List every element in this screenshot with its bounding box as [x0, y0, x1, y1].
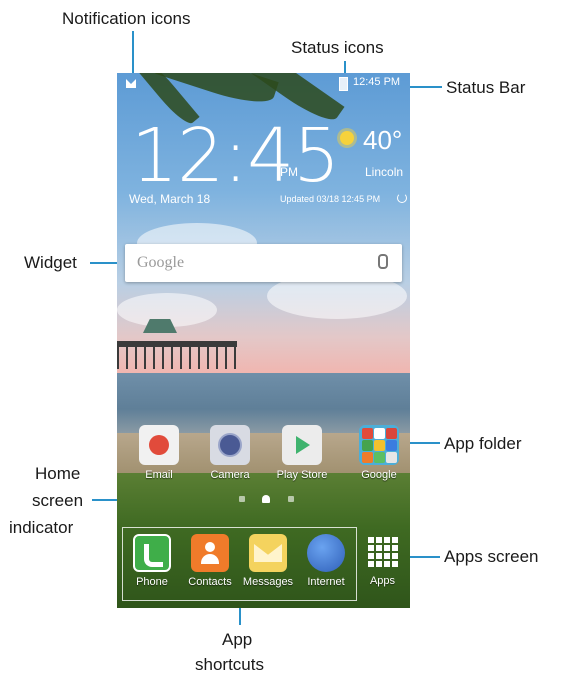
callout-app-shortcuts-2: shortcuts [195, 655, 264, 674]
folder-cell [386, 440, 397, 451]
callout-app-shortcuts-1: App [222, 630, 253, 649]
widget-updated: Updated 03/18 12:45 PM [280, 194, 381, 204]
app-messages[interactable]: Messages [239, 534, 297, 588]
grid-dot [391, 537, 398, 543]
widget-temperature: 40° [363, 125, 403, 155]
app-label: Play Store [276, 469, 328, 481]
grid-dot [375, 561, 382, 567]
grid-dot [391, 561, 398, 567]
home-apps-row: Email Camera Play Store Google [117, 419, 410, 489]
contacts-icon [191, 534, 229, 572]
callout-line-apps-screen [405, 556, 440, 558]
grid-dot [383, 545, 390, 551]
refresh-icon[interactable] [397, 193, 407, 203]
app-phone[interactable]: Phone [123, 534, 181, 588]
widget-ampm: PM [280, 165, 298, 179]
grid-dot [367, 561, 374, 567]
app-label: Phone [136, 576, 168, 588]
callout-line-status-bar [410, 86, 442, 88]
grid-dot [367, 537, 374, 543]
page-indicator[interactable] [288, 496, 294, 502]
camera-icon [210, 425, 250, 465]
callout-home-indicator-3: indicator [9, 518, 74, 537]
google-search-bar[interactable]: Google [125, 244, 402, 282]
play-store-icon [282, 425, 322, 465]
grid-dot [367, 545, 374, 551]
folder-cell [362, 440, 373, 451]
app-label: Email [145, 469, 173, 481]
folder-cell [386, 452, 397, 463]
callout-notification-icons: Notification icons [62, 9, 191, 28]
widget-clock: 12:45 [131, 113, 340, 199]
phone-icon [133, 534, 171, 572]
callout-status-bar: Status Bar [446, 78, 526, 97]
app-internet[interactable]: Internet [297, 534, 355, 588]
app-label: Google [361, 469, 397, 481]
app-label: Messages [242, 576, 294, 588]
email-notification-icon [126, 79, 136, 88]
search-placeholder: Google [137, 254, 185, 271]
folder-cell [374, 452, 385, 463]
folder-cell [374, 428, 385, 439]
widget-city: Lincoln [365, 165, 404, 179]
mic-icon[interactable] [378, 254, 388, 269]
app-label: Camera [210, 469, 250, 481]
app-label: Internet [307, 576, 345, 588]
grid-dot [383, 553, 390, 559]
app-email[interactable]: Email [123, 425, 195, 481]
sun-icon [340, 131, 354, 145]
internet-icon [307, 534, 345, 572]
app-shortcuts-dock: Phone Contacts Messages Internet [122, 527, 357, 601]
folder-cell [362, 452, 373, 463]
battery-icon [339, 77, 348, 91]
grid-dot [383, 537, 390, 543]
grid-dot [391, 553, 398, 559]
folder-cell [386, 428, 397, 439]
status-bar[interactable]: 12:45 PM [117, 73, 410, 93]
app-play-store[interactable]: Play Store [266, 425, 338, 481]
grid-dot [375, 537, 382, 543]
app-camera[interactable]: Camera [194, 425, 266, 481]
grid-dot [383, 561, 390, 567]
grid-dot [375, 545, 382, 551]
google-folder-icon [359, 425, 399, 465]
callout-home-indicator-2: screen [32, 491, 84, 510]
apps-grid-icon [367, 537, 398, 567]
page-indicator[interactable] [239, 496, 245, 502]
status-time: 12:45 PM [353, 76, 401, 88]
widget-date: Wed, March 18 [129, 192, 211, 206]
grid-dot [391, 545, 398, 551]
callout-line-widget [90, 262, 120, 264]
grid-dot [375, 553, 382, 559]
pier-legs [117, 347, 237, 369]
apps-button[interactable]: Apps [355, 533, 410, 587]
email-icon [139, 425, 179, 465]
app-label: Contacts [188, 576, 232, 588]
grid-dot [367, 553, 374, 559]
callout-widget: Widget [24, 253, 77, 272]
home-page-indicator[interactable] [262, 495, 270, 503]
callout-status-icons: Status icons [291, 38, 384, 57]
messages-icon [249, 534, 287, 572]
folder-cell [374, 440, 385, 451]
callout-app-folder: App folder [444, 434, 522, 453]
callout-home-indicator-1: Home [35, 464, 81, 483]
app-label: Apps [369, 575, 396, 587]
callout-apps-screen: Apps screen [444, 547, 539, 566]
app-google-folder[interactable]: Google [343, 425, 410, 481]
folder-cell [362, 428, 373, 439]
home-screen: 12:45 PM 12:45 PM Wed, March 18 40° Linc… [117, 73, 410, 608]
app-contacts[interactable]: Contacts [181, 534, 239, 588]
callout-line-notification [132, 31, 134, 75]
